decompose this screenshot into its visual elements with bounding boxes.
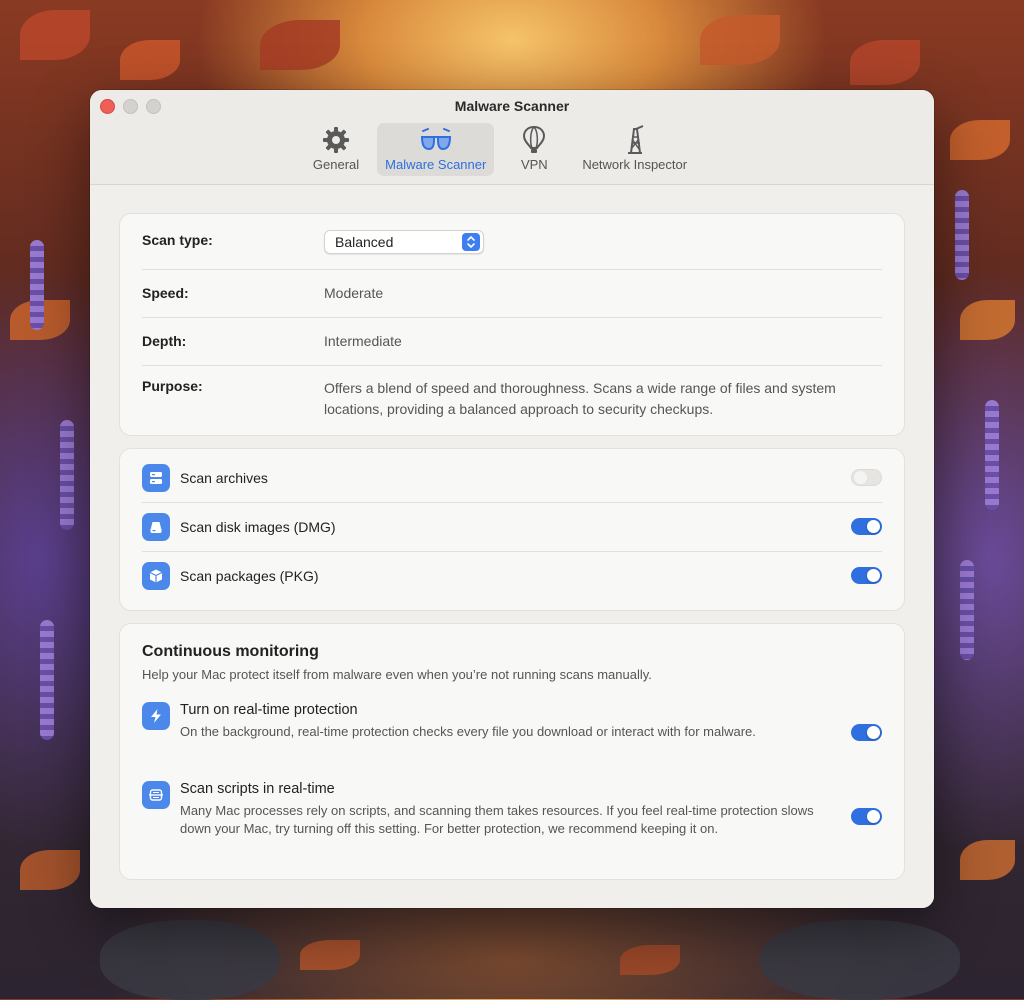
package-icon	[142, 561, 170, 590]
disk-icon	[142, 512, 170, 541]
realtime-protection-row: Turn on real-time protection On the back…	[142, 702, 882, 741]
scan-pkg-toggle[interactable]	[851, 567, 882, 584]
realtime-protection-toggle[interactable]	[851, 724, 882, 741]
scan-scripts-row: Scan scripts in real-time Many Mac proce…	[142, 781, 882, 838]
scan-type-value: Balanced	[335, 233, 394, 250]
scan-scripts-toggle[interactable]	[851, 808, 882, 825]
scan-dmg-label: Scan disk images (DMG)	[180, 518, 336, 535]
up-down-chevron-icon	[462, 232, 480, 251]
purpose-row: Purpose: Offers a blend of speed and tho…	[120, 365, 904, 435]
tower-icon	[623, 125, 647, 155]
script-icon	[142, 781, 170, 809]
realtime-protection-text: Turn on real-time protection On the back…	[180, 702, 851, 741]
monitoring-title: Continuous monitoring	[142, 643, 319, 660]
purpose-value: Offers a blend of speed and thoroughness…	[324, 380, 836, 417]
toggle-knob	[867, 520, 880, 533]
tab-malware-scanner[interactable]: Malware Scanner	[377, 123, 495, 176]
scan-scripts-text: Scan scripts in real-time Many Mac proce…	[180, 781, 851, 838]
scan-scripts-desc: Many Mac processes rely on scripts, and …	[180, 803, 814, 836]
tab-label: Network Inspector	[582, 157, 688, 172]
toggle-knob	[867, 810, 880, 823]
purpose-label: Purpose:	[142, 378, 203, 394]
window-title: Malware Scanner	[454, 98, 570, 114]
toggle-knob	[867, 569, 880, 582]
scan-type-select[interactable]: Balanced	[324, 229, 484, 254]
monitoring-card: Continuous monitoring Help your Mac prot…	[119, 623, 905, 880]
balloon-icon	[522, 125, 546, 155]
tab-label: VPN	[520, 157, 548, 172]
tab-label: Malware Scanner	[385, 157, 487, 172]
tab-network-inspector[interactable]: Network Inspector	[574, 123, 695, 176]
scan-type-row: Scan type: Balanced	[120, 214, 904, 269]
tab-general[interactable]: General	[305, 123, 367, 176]
toggle-knob	[854, 471, 867, 484]
depth-label: Depth:	[142, 333, 187, 349]
tab-vpn[interactable]: VPN	[504, 123, 564, 176]
scan-options-card: Scan archives Scan disk images (DMG) Sca…	[119, 448, 905, 611]
depth-value: Intermediate	[324, 332, 402, 349]
toggle-knob	[867, 726, 880, 739]
realtime-protection-desc: On the background, real-time protection …	[180, 724, 756, 739]
gear-icon	[322, 125, 350, 155]
tab-label: General	[312, 157, 360, 172]
scan-dmg-row: Scan disk images (DMG)	[120, 502, 904, 551]
scan-archives-label: Scan archives	[180, 469, 268, 486]
depth-row: Depth: Intermediate	[120, 317, 904, 365]
scan-pkg-row: Scan packages (PKG)	[120, 551, 904, 600]
scan-scripts-title: Scan scripts in real-time	[180, 781, 335, 797]
realtime-protection-title: Turn on real-time protection	[180, 702, 358, 718]
scan-type-card: Scan type: Balanced Speed: Moderate Dept…	[119, 213, 905, 436]
content-area: Scan type: Balanced Speed: Moderate Dept…	[90, 185, 934, 908]
scan-archives-row: Scan archives	[120, 453, 904, 502]
scan-dmg-toggle[interactable]	[851, 518, 882, 535]
bolt-icon	[142, 702, 170, 730]
scan-type-label: Scan type:	[142, 232, 213, 248]
speed-label: Speed:	[142, 285, 189, 301]
preferences-window: Malware Scanner General Malware Scanner …	[90, 90, 934, 908]
monitoring-header: Continuous monitoring Help your Mac prot…	[142, 643, 882, 682]
glasses-icon	[419, 125, 453, 155]
monitoring-subtitle: Help your Mac protect itself from malwar…	[142, 667, 652, 682]
preferences-toolbar: General Malware Scanner VPN Network Insp…	[90, 123, 934, 176]
scan-pkg-label: Scan packages (PKG)	[180, 567, 319, 584]
speed-row: Speed: Moderate	[120, 269, 904, 317]
title-bar: Malware Scanner General Malware Scanner …	[90, 90, 934, 185]
scan-archives-toggle[interactable]	[851, 469, 882, 486]
archive-icon	[142, 463, 170, 492]
speed-value: Moderate	[324, 284, 384, 301]
